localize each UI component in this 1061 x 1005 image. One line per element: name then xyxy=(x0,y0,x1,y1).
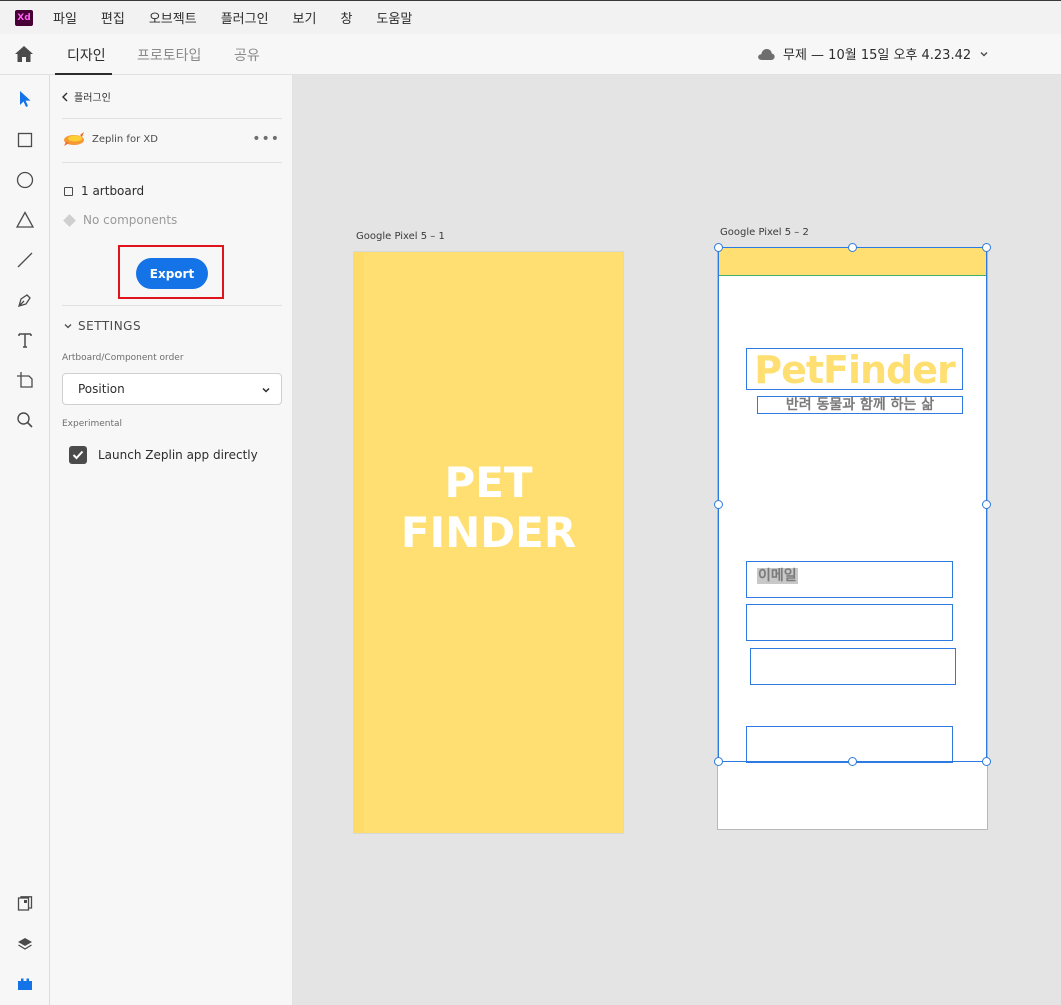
menu-object[interactable]: 오브젝트 xyxy=(149,8,197,27)
export-button[interactable]: Export xyxy=(136,258,208,289)
menu-plugins[interactable]: 플러그인 xyxy=(221,8,269,27)
artboard-count-label: 1 artboard xyxy=(81,184,145,198)
splash-title: PET FINDER xyxy=(354,458,623,558)
tab-design[interactable]: 디자인 xyxy=(67,45,106,65)
component-icon xyxy=(63,213,76,227)
back-link-label: 플러그인 xyxy=(74,93,111,104)
chevron-down-icon xyxy=(262,387,270,393)
component-count: No components xyxy=(63,213,178,227)
ellipse-tool-icon[interactable] xyxy=(14,169,36,191)
launch-zeplin-label: Launch Zeplin app directly xyxy=(98,448,258,462)
resize-handle[interactable] xyxy=(982,757,991,766)
order-select[interactable]: Position xyxy=(62,373,282,405)
text-tool-icon[interactable] xyxy=(14,329,36,351)
order-select-value: Position xyxy=(78,382,125,396)
menu-view[interactable]: 보기 xyxy=(293,8,317,27)
settings-label: SETTINGS xyxy=(78,319,142,333)
resize-handle[interactable] xyxy=(982,500,991,509)
divider xyxy=(62,118,282,119)
document-title: 무제 — 10월 15일 오후 4.23.42 xyxy=(783,48,972,63)
select-tool-icon[interactable] xyxy=(14,88,36,110)
plugin-name: Zeplin for XD xyxy=(92,133,158,145)
line-tool-icon[interactable] xyxy=(14,249,36,271)
artboard-2-label[interactable]: Google Pixel 5 – 2 xyxy=(720,227,809,238)
tab-prototype[interactable]: 프로토타입 xyxy=(137,45,201,65)
launch-zeplin-option[interactable]: Launch Zeplin app directly xyxy=(69,446,258,464)
artboard-icon xyxy=(64,186,73,196)
artboard-count: 1 artboard xyxy=(64,184,144,198)
artboard-1[interactable]: PET FINDER xyxy=(353,251,624,834)
layers-icon[interactable] xyxy=(14,933,36,955)
artboard-1-label[interactable]: Google Pixel 5 – 1 xyxy=(356,231,445,242)
settings-section-toggle[interactable]: SETTINGS xyxy=(64,319,141,333)
home-icon[interactable] xyxy=(14,45,34,63)
menu-window[interactable]: 창 xyxy=(340,8,352,27)
rectangle-tool-icon[interactable] xyxy=(14,129,36,151)
resize-handle[interactable] xyxy=(714,243,723,252)
divider xyxy=(62,305,282,306)
polygon-tool-icon[interactable] xyxy=(14,209,36,231)
experimental-label: Experimental xyxy=(62,419,123,429)
chevron-down-icon xyxy=(64,324,72,329)
chevron-left-icon xyxy=(62,92,68,101)
xd-logo[interactable]: Xd xyxy=(15,9,33,26)
back-to-plugins-link[interactable]: 플러그인 xyxy=(62,89,111,104)
assets-icon[interactable] xyxy=(14,893,36,915)
menu-file[interactable]: 파일 xyxy=(53,8,77,27)
selection-box xyxy=(718,247,987,762)
more-options-button[interactable]: ••• xyxy=(252,131,280,147)
resize-handle[interactable] xyxy=(714,500,723,509)
plugin-panel: 플러그인 Zeplin for XD ••• 1 artboard No com… xyxy=(50,75,293,1005)
pen-tool-icon[interactable] xyxy=(14,289,36,311)
artboard-tool-icon[interactable] xyxy=(14,369,36,391)
splash-title-line-1: PET xyxy=(444,458,533,507)
checkmark-icon xyxy=(72,450,84,460)
menu-bar: Xd 파일 편집 오브젝트 플러그인 보기 창 도움말 xyxy=(0,0,1061,34)
menu-help[interactable]: 도움말 xyxy=(376,8,412,27)
zoom-tool-icon[interactable] xyxy=(14,409,36,431)
resize-handle[interactable] xyxy=(848,243,857,252)
chevron-down-icon xyxy=(980,51,988,56)
launch-zeplin-checkbox[interactable] xyxy=(69,446,87,464)
design-canvas[interactable]: Google Pixel 5 – 1 PET FINDER Google Pix… xyxy=(294,75,1061,1005)
zeplin-logo-icon xyxy=(64,132,84,146)
splash-title-line-2: FINDER xyxy=(400,508,577,557)
menu-edit[interactable]: 편집 xyxy=(101,8,125,27)
plugins-icon[interactable] xyxy=(14,973,36,995)
resize-handle[interactable] xyxy=(982,243,991,252)
mode-tab-bar: 디자인 프로토타입 공유 무제 — 10월 15일 오후 4.23.42 xyxy=(0,34,1061,75)
order-label: Artboard/Component order xyxy=(62,353,184,363)
cloud-icon xyxy=(758,48,775,60)
resize-handle[interactable] xyxy=(714,757,723,766)
tab-share[interactable]: 공유 xyxy=(234,45,260,65)
tool-bar xyxy=(0,75,50,1005)
divider xyxy=(62,162,282,163)
component-count-label: No components xyxy=(83,213,178,227)
document-status[interactable]: 무제 — 10월 15일 오후 4.23.42 xyxy=(757,44,989,63)
plugin-header: Zeplin for XD ••• xyxy=(62,127,282,151)
resize-handle[interactable] xyxy=(848,757,857,766)
